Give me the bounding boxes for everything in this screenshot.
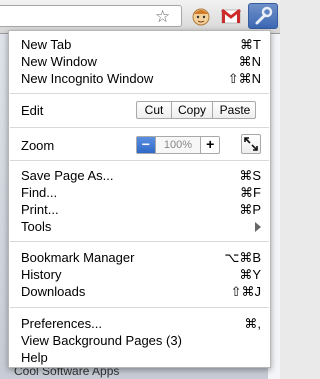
menu-item-new-tab[interactable]: New Tab ⌘T [9, 36, 270, 53]
menu-separator [10, 307, 269, 308]
menu-separator [10, 93, 269, 94]
menu-item-tools[interactable]: Tools [9, 218, 270, 235]
menu-item-new-window[interactable]: New Window ⌘N [9, 53, 270, 70]
address-bar[interactable]: ☆ [0, 5, 182, 27]
chrome-main-menu: New Tab ⌘T New Window ⌘N New Incognito W… [8, 30, 271, 368]
fullscreen-button[interactable] [241, 134, 261, 154]
shortcut: ⇧⌘J [230, 284, 261, 299]
menu-item-bookmark-manager[interactable]: Bookmark Manager ⌥⌘B [9, 249, 270, 266]
menu-item-history[interactable]: History ⌘Y [9, 266, 270, 283]
shortcut: ⌘P [239, 202, 261, 217]
star-icon[interactable]: ☆ [155, 8, 170, 26]
menu-item-save-page-as[interactable]: Save Page As... ⌘S [9, 167, 270, 184]
browser-toolbar: ☆ [0, 0, 280, 34]
shortcut: ⌘Y [239, 267, 261, 282]
menu-separator [10, 241, 269, 242]
menu-item-find[interactable]: Find... ⌘F [9, 184, 270, 201]
fullscreen-icon [244, 137, 258, 151]
shortcut: ⌘S [239, 168, 261, 183]
zoom-out-button[interactable]: − [137, 137, 155, 153]
zoom-in-button[interactable]: + [201, 137, 219, 153]
menu-separator [10, 127, 269, 128]
menu-item-preferences[interactable]: Preferences... ⌘, [9, 315, 270, 332]
wrench-menu-button[interactable] [248, 3, 278, 29]
shortcut: ⌥⌘B [224, 250, 261, 265]
menu-item-downloads[interactable]: Downloads ⇧⌘J [9, 283, 270, 300]
shortcut: ⌘F [240, 185, 261, 200]
zoom-controls: − 100% + [136, 136, 220, 154]
menu-separator [10, 160, 269, 161]
menu-item-print[interactable]: Print... ⌘P [9, 201, 270, 218]
shortcut: ⌘N [238, 54, 261, 69]
zoom-level: 100% [154, 137, 202, 153]
gmail-icon[interactable] [220, 6, 242, 26]
wrench-icon [255, 6, 273, 25]
chevron-right-icon [255, 222, 261, 232]
paste-button[interactable]: Paste [213, 102, 257, 118]
face-extension-icon[interactable] [190, 6, 212, 26]
edit-button-group: Cut Copy Paste [136, 101, 256, 119]
menu-item-new-incognito-window[interactable]: New Incognito Window ⇧⌘N [9, 70, 270, 87]
copy-button[interactable]: Copy [172, 102, 213, 118]
menu-item-help[interactable]: Help [9, 349, 270, 366]
cut-button[interactable]: Cut [137, 102, 172, 118]
menu-item-view-background-pages[interactable]: View Background Pages (3) [9, 332, 270, 349]
shortcut: ⇧⌘N [227, 71, 261, 86]
shortcut: ⌘, [244, 316, 261, 331]
shortcut: ⌘T [240, 37, 261, 52]
